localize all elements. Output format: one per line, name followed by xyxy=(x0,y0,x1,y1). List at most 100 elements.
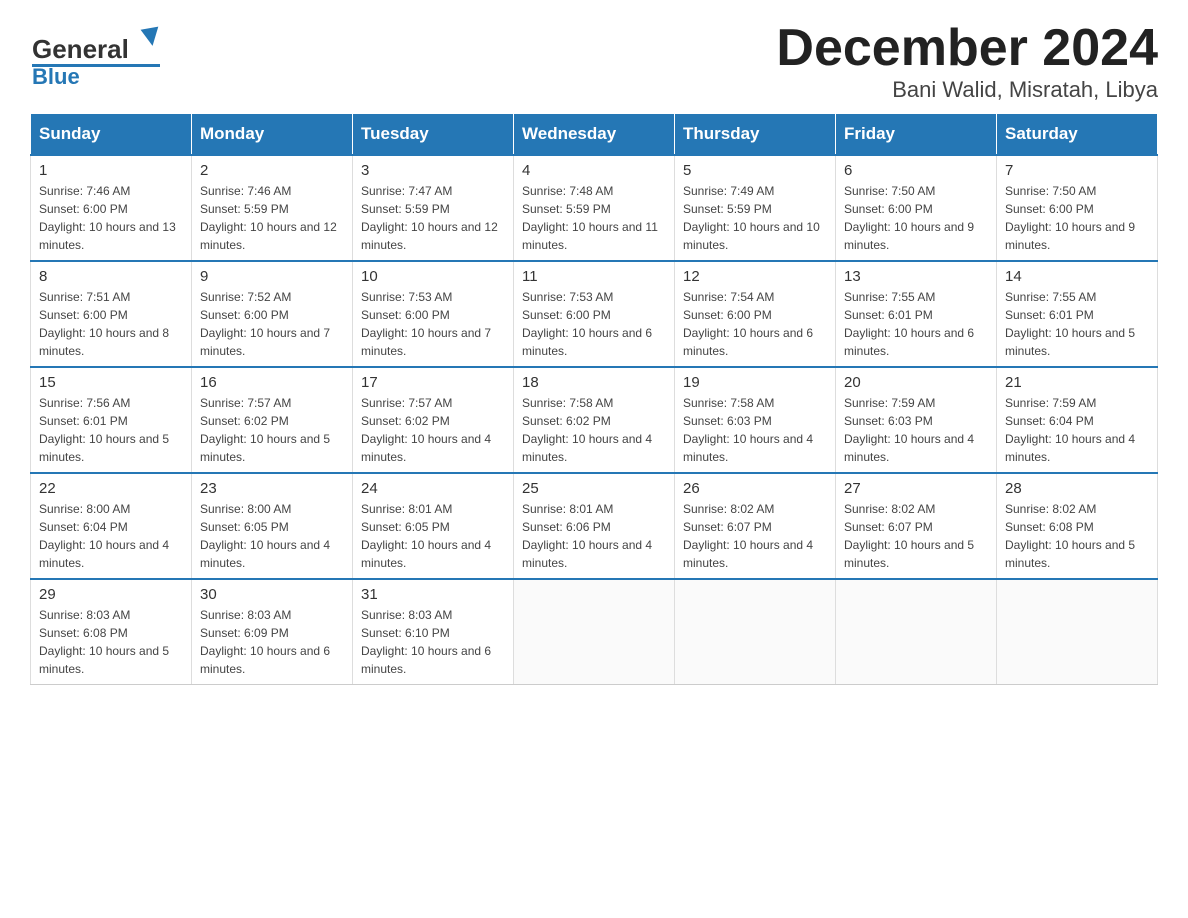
day-info: Sunrise: 7:51 AMSunset: 6:00 PMDaylight:… xyxy=(39,288,183,360)
table-row: 20 Sunrise: 7:59 AMSunset: 6:03 PMDayligh… xyxy=(836,367,997,473)
calendar-subtitle: Bani Walid, Misratah, Libya xyxy=(776,77,1158,103)
day-number: 17 xyxy=(361,374,505,391)
day-info: Sunrise: 8:02 AMSunset: 6:08 PMDaylight:… xyxy=(1005,500,1149,572)
table-row: 31 Sunrise: 8:03 AMSunset: 6:10 PMDayligh… xyxy=(353,579,514,685)
logo-svg: General Blue xyxy=(30,20,160,90)
day-number: 1 xyxy=(39,162,183,179)
day-info: Sunrise: 7:48 AMSunset: 5:59 PMDaylight:… xyxy=(522,182,666,254)
day-info: Sunrise: 8:01 AMSunset: 6:05 PMDaylight:… xyxy=(361,500,505,572)
table-row: 16Sunrise: 7:57 AMSunset: 6:02 PMDayligh… xyxy=(192,367,353,473)
calendar-week-row: 29Sunrise: 8:03 AMSunset: 6:08 PMDayligh… xyxy=(31,579,1158,685)
table-row: 3Sunrise: 7:47 AMSunset: 5:59 PMDaylight… xyxy=(353,155,514,261)
day-number: 26 xyxy=(683,480,827,497)
header-saturday: Saturday xyxy=(997,114,1158,156)
calendar-week-row: 15 Sunrise: 7:56 AMSunset: 6:01 PMDayligh… xyxy=(31,367,1158,473)
day-number: 7 xyxy=(1005,162,1149,179)
day-info: Sunrise: 7:55 AMSunset: 6:01 PMDaylight:… xyxy=(1005,288,1149,360)
page-header: General Blue December 2024 Bani Walid, M… xyxy=(30,20,1158,103)
day-info: Sunrise: 7:49 AMSunset: 5:59 PMDaylight:… xyxy=(683,182,827,254)
table-row: 28 Sunrise: 8:02 AMSunset: 6:08 PMDayligh… xyxy=(997,473,1158,579)
day-number: 20 xyxy=(844,374,988,391)
calendar-title: December 2024 xyxy=(776,20,1158,77)
calendar-week-row: 8Sunrise: 7:51 AMSunset: 6:00 PMDaylight… xyxy=(31,261,1158,367)
day-info: Sunrise: 8:00 AMSunset: 6:05 PMDaylight:… xyxy=(200,500,344,572)
day-number: 5 xyxy=(683,162,827,179)
header-sunday: Sunday xyxy=(31,114,192,156)
table-row: 17 Sunrise: 7:57 AMSunset: 6:02 PMDayligh… xyxy=(353,367,514,473)
day-number: 31 xyxy=(361,586,505,603)
day-info: Sunrise: 8:02 AMSunset: 6:07 PMDaylight:… xyxy=(683,500,827,572)
day-info: Sunrise: 8:03 AMSunset: 6:09 PMDaylight:… xyxy=(200,606,344,678)
day-number: 14 xyxy=(1005,268,1149,285)
day-number: 22 xyxy=(39,480,183,497)
day-number: 13 xyxy=(844,268,988,285)
table-row: 6 Sunrise: 7:50 AMSunset: 6:00 PMDaylight… xyxy=(836,155,997,261)
day-number: 18 xyxy=(522,374,666,391)
day-info: Sunrise: 7:59 AMSunset: 6:03 PMDaylight:… xyxy=(844,394,988,466)
header-tuesday: Tuesday xyxy=(353,114,514,156)
table-row: 8Sunrise: 7:51 AMSunset: 6:00 PMDaylight… xyxy=(31,261,192,367)
table-row: 21Sunrise: 7:59 AMSunset: 6:04 PMDayligh… xyxy=(997,367,1158,473)
day-number: 4 xyxy=(522,162,666,179)
header-friday: Friday xyxy=(836,114,997,156)
day-number: 23 xyxy=(200,480,344,497)
svg-text:Blue: Blue xyxy=(32,64,80,89)
day-number: 19 xyxy=(683,374,827,391)
day-info: Sunrise: 8:03 AMSunset: 6:10 PMDaylight:… xyxy=(361,606,505,678)
calendar-week-row: 1 Sunrise: 7:46 AMSunset: 6:00 PMDaylight… xyxy=(31,155,1158,261)
day-number: 11 xyxy=(522,268,666,285)
table-row: 24 Sunrise: 8:01 AMSunset: 6:05 PMDayligh… xyxy=(353,473,514,579)
day-info: Sunrise: 7:50 AMSunset: 6:00 PMDaylight:… xyxy=(1005,182,1149,254)
day-info: Sunrise: 7:53 AMSunset: 6:00 PMDaylight:… xyxy=(522,288,666,360)
day-info: Sunrise: 7:58 AMSunset: 6:03 PMDaylight:… xyxy=(683,394,827,466)
table-row: 25 Sunrise: 8:01 AMSunset: 6:06 PMDayligh… xyxy=(514,473,675,579)
day-info: Sunrise: 7:50 AMSunset: 6:00 PMDaylight:… xyxy=(844,182,988,254)
table-row: 30 Sunrise: 8:03 AMSunset: 6:09 PMDayligh… xyxy=(192,579,353,685)
table-row xyxy=(675,579,836,685)
calendar-week-row: 22 Sunrise: 8:00 AMSunset: 6:04 PMDayligh… xyxy=(31,473,1158,579)
day-number: 29 xyxy=(39,586,183,603)
day-number: 6 xyxy=(844,162,988,179)
day-number: 21 xyxy=(1005,374,1149,391)
day-number: 12 xyxy=(683,268,827,285)
table-row: 22 Sunrise: 8:00 AMSunset: 6:04 PMDayligh… xyxy=(31,473,192,579)
day-number: 9 xyxy=(200,268,344,285)
day-number: 10 xyxy=(361,268,505,285)
logo: General Blue xyxy=(30,20,160,90)
table-row: 1 Sunrise: 7:46 AMSunset: 6:00 PMDaylight… xyxy=(31,155,192,261)
header-monday: Monday xyxy=(192,114,353,156)
table-row: 7 Sunrise: 7:50 AMSunset: 6:00 PMDaylight… xyxy=(997,155,1158,261)
svg-text:General: General xyxy=(32,34,129,64)
table-row: 9 Sunrise: 7:52 AMSunset: 6:00 PMDaylight… xyxy=(192,261,353,367)
day-info: Sunrise: 7:58 AMSunset: 6:02 PMDaylight:… xyxy=(522,394,666,466)
day-info: Sunrise: 7:54 AMSunset: 6:00 PMDaylight:… xyxy=(683,288,827,360)
table-row xyxy=(997,579,1158,685)
table-row: 13 Sunrise: 7:55 AMSunset: 6:01 PMDayligh… xyxy=(836,261,997,367)
table-row: 4 Sunrise: 7:48 AMSunset: 5:59 PMDaylight… xyxy=(514,155,675,261)
day-info: Sunrise: 7:57 AMSunset: 6:02 PMDaylight:… xyxy=(361,394,505,466)
day-number: 27 xyxy=(844,480,988,497)
calendar-table: Sunday Monday Tuesday Wednesday Thursday… xyxy=(30,113,1158,685)
day-info: Sunrise: 7:46 AMSunset: 5:59 PMDaylight:… xyxy=(200,182,344,254)
table-row: 11 Sunrise: 7:53 AMSunset: 6:00 PMDayligh… xyxy=(514,261,675,367)
header-thursday: Thursday xyxy=(675,114,836,156)
day-info: Sunrise: 7:57 AMSunset: 6:02 PMDaylight:… xyxy=(200,394,344,466)
day-info: Sunrise: 8:01 AMSunset: 6:06 PMDaylight:… xyxy=(522,500,666,572)
day-info: Sunrise: 7:56 AMSunset: 6:01 PMDaylight:… xyxy=(39,394,183,466)
day-info: Sunrise: 7:46 AMSunset: 6:00 PMDaylight:… xyxy=(39,182,183,254)
day-info: Sunrise: 7:55 AMSunset: 6:01 PMDaylight:… xyxy=(844,288,988,360)
table-row xyxy=(514,579,675,685)
day-info: Sunrise: 8:00 AMSunset: 6:04 PMDaylight:… xyxy=(39,500,183,572)
table-row: 2Sunrise: 7:46 AMSunset: 5:59 PMDaylight… xyxy=(192,155,353,261)
day-number: 15 xyxy=(39,374,183,391)
table-row: 27Sunrise: 8:02 AMSunset: 6:07 PMDayligh… xyxy=(836,473,997,579)
table-row: 18 Sunrise: 7:58 AMSunset: 6:02 PMDayligh… xyxy=(514,367,675,473)
day-number: 30 xyxy=(200,586,344,603)
table-row: 10Sunrise: 7:53 AMSunset: 6:00 PMDayligh… xyxy=(353,261,514,367)
day-number: 24 xyxy=(361,480,505,497)
day-info: Sunrise: 7:52 AMSunset: 6:00 PMDaylight:… xyxy=(200,288,344,360)
header-wednesday: Wednesday xyxy=(514,114,675,156)
day-number: 28 xyxy=(1005,480,1149,497)
table-row: 5 Sunrise: 7:49 AMSunset: 5:59 PMDaylight… xyxy=(675,155,836,261)
day-number: 25 xyxy=(522,480,666,497)
